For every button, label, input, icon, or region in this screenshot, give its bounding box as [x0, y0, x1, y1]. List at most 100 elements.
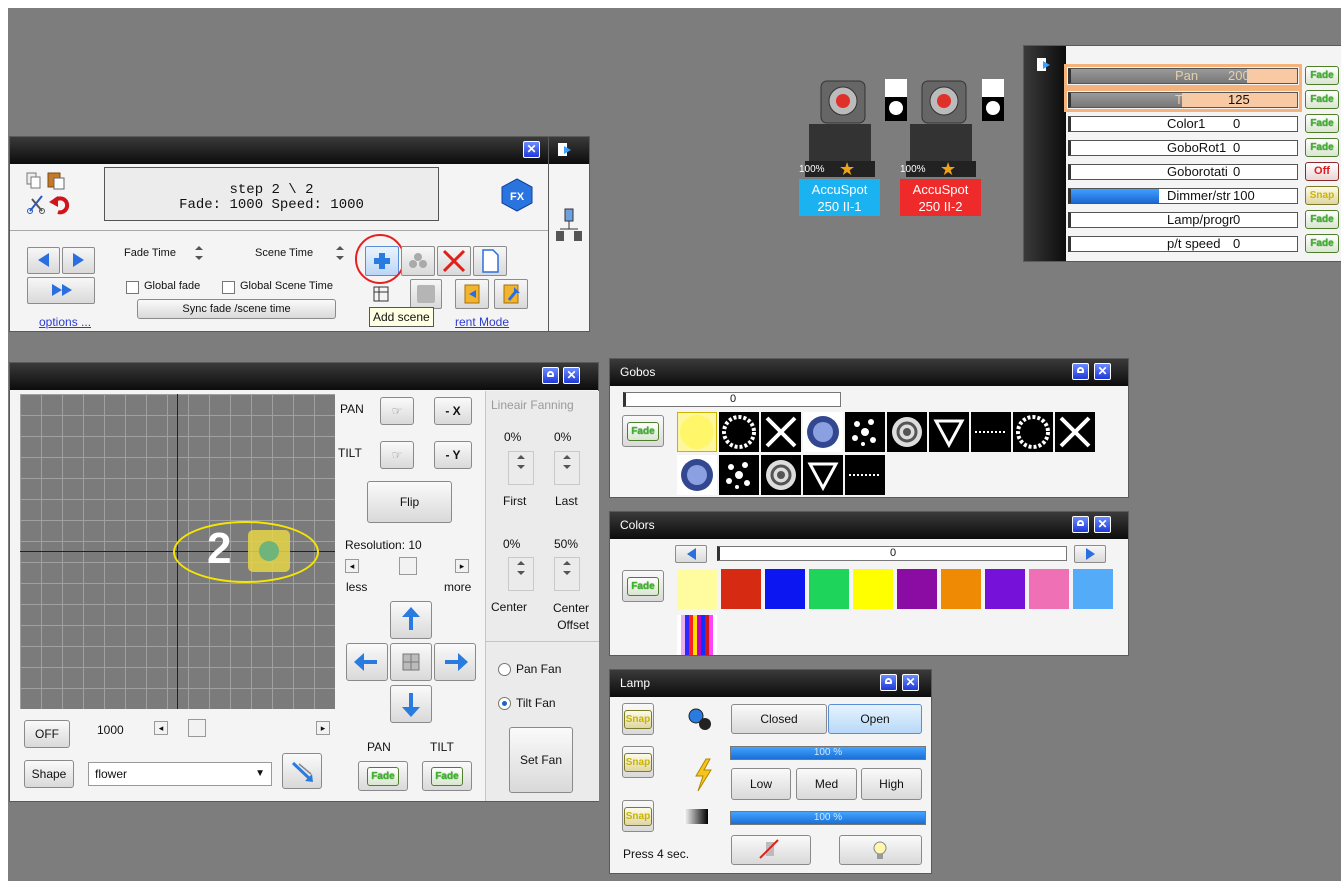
scene-panel-titlebar[interactable]: ✕ [10, 137, 548, 164]
lock-button[interactable] [1072, 516, 1089, 533]
options-link[interactable]: options ... [39, 315, 91, 329]
gobo-disc-icon[interactable] [677, 455, 717, 495]
lock-button[interactable] [1072, 363, 1089, 380]
close-button[interactable]: ✕ [1094, 363, 1111, 380]
lock-button[interactable] [880, 674, 897, 691]
channel-fade-button[interactable]: Fade [1305, 210, 1339, 229]
edit-grid-icon[interactable] [372, 285, 392, 305]
gobo-x-icon[interactable] [1055, 412, 1095, 452]
gobos-titlebar[interactable]: Gobos ✕ [610, 359, 1128, 386]
close-button[interactable]: ✕ [902, 674, 919, 691]
copy-icon[interactable] [26, 172, 42, 190]
current-mode-link[interactable]: rent Mode [455, 315, 509, 329]
pantilt-grid[interactable]: 2 [20, 394, 335, 709]
color-swatch[interactable] [809, 569, 849, 609]
gobo-spiral-icon[interactable] [761, 455, 801, 495]
off-button[interactable]: OFF [24, 720, 70, 748]
color-fade-button[interactable]: Fade [622, 570, 664, 602]
center-spinner[interactable] [508, 557, 534, 591]
gobo-line-icon[interactable] [845, 455, 885, 495]
first-spinner[interactable] [508, 451, 534, 485]
position-marker[interactable] [248, 530, 290, 572]
minus-x-button[interactable]: - X [434, 397, 472, 425]
gobo-open-icon[interactable] [676, 411, 718, 453]
close-button[interactable]: ✕ [563, 367, 580, 384]
colors-titlebar[interactable]: Colors ✕ [610, 512, 1128, 539]
export-arrow-icon[interactable] [557, 141, 575, 159]
snap-button-2[interactable]: Snap [622, 746, 654, 778]
color-prev-button[interactable] [675, 545, 707, 563]
channel-fade-button[interactable]: Fade [1305, 138, 1339, 157]
color-swatch[interactable] [1073, 569, 1113, 609]
strobe-level-bar[interactable]: 100 % [730, 746, 926, 760]
lock-button[interactable] [542, 367, 559, 384]
global-fade-checkbox[interactable] [126, 281, 139, 294]
sync-fade-scene-time-button[interactable]: Sync fade /scene time [137, 299, 336, 319]
channel-slider[interactable]: Goborotati 0 [1068, 164, 1298, 180]
gobo-x-icon[interactable] [761, 412, 801, 452]
scene-time-spinner[interactable] [333, 243, 347, 269]
network-icon[interactable] [555, 207, 583, 247]
gobo-ring-icon[interactable] [1013, 412, 1053, 452]
channel-slider[interactable]: Color1 0 [1068, 116, 1298, 132]
cut-icon[interactable] [27, 194, 45, 214]
gobo-ring-icon[interactable] [719, 412, 759, 452]
lamp-on-button[interactable] [839, 835, 922, 865]
pan-fan-radio[interactable] [498, 663, 511, 676]
undo-icon[interactable] [48, 193, 70, 215]
tilt-reset-button[interactable]: ☞ [380, 441, 414, 469]
lamp-titlebar[interactable]: Lamp ✕ [610, 670, 931, 697]
channel-fade-button[interactable]: Fade [1305, 90, 1339, 109]
close-button[interactable]: ✕ [523, 141, 540, 158]
minus-y-button[interactable]: - Y [434, 441, 472, 469]
pantilt-titlebar[interactable]: ✕ [10, 363, 598, 390]
gobo-spiral-icon[interactable] [887, 412, 927, 452]
gobo-fade-button[interactable]: Fade [622, 415, 664, 447]
tilt-fan-radio[interactable] [498, 697, 511, 710]
new-page-button[interactable] [473, 246, 507, 276]
import-button[interactable] [455, 279, 489, 309]
channel-fade-button[interactable]: Fade [1305, 234, 1339, 253]
fx-button[interactable]: FX [500, 178, 534, 212]
channel-slider[interactable]: Lamp/progr 0 [1068, 212, 1298, 228]
arrow-down-button[interactable] [390, 685, 432, 723]
speed-slider[interactable]: ◂ ▸ [154, 719, 330, 737]
random-shape-button[interactable] [282, 753, 322, 789]
shape-button[interactable]: Shape [24, 760, 74, 788]
fixture-2[interactable]: 100% ★ AccuSpot 250 II-2 [900, 79, 981, 217]
channel-slider[interactable]: Pan 200 [1064, 64, 1302, 88]
next-step-button[interactable] [62, 247, 95, 274]
last-spinner[interactable] [554, 451, 580, 485]
fixture-1[interactable]: 100% ★ AccuSpot 250 II-1 [799, 79, 880, 217]
channel-slider[interactable]: Dimmer/str 100 [1068, 188, 1298, 204]
channel-fade-button[interactable]: Fade [1305, 114, 1339, 133]
export-arrow-icon[interactable] [1036, 56, 1054, 74]
close-button[interactable]: ✕ [1094, 516, 1111, 533]
snap-button-3[interactable]: Snap [622, 800, 654, 832]
set-fan-button[interactable]: Set Fan [509, 727, 573, 793]
closed-button[interactable]: Closed [731, 704, 827, 734]
fade-time-spinner[interactable] [192, 243, 206, 269]
center-button[interactable] [390, 643, 432, 681]
prev-step-button[interactable] [27, 247, 60, 274]
open-button[interactable]: Open [828, 704, 922, 734]
snap-button-1[interactable]: Snap [622, 703, 654, 735]
blank-button[interactable] [410, 279, 442, 309]
pan-fade-button[interactable]: Fade [358, 761, 408, 791]
channel-slider[interactable]: GoboRot1 0 [1068, 140, 1298, 156]
side-strip-titlebar[interactable] [549, 137, 589, 164]
resolution-slider[interactable]: ◂ ▸ [345, 557, 475, 575]
low-button[interactable]: Low [731, 768, 791, 800]
lamp-off-button[interactable] [731, 835, 811, 865]
channel-snap-button[interactable]: Snap [1305, 186, 1339, 205]
dimmer-level-bar[interactable]: 100 % [730, 811, 926, 825]
channel-fade-button[interactable]: Fade [1305, 66, 1339, 85]
color-swatch[interactable] [677, 569, 717, 609]
gobo-tri-icon[interactable] [803, 455, 843, 495]
color-next-button[interactable] [1074, 545, 1106, 563]
delete-scene-button[interactable] [437, 246, 471, 276]
shape-select[interactable]: flower ▼ [88, 762, 272, 786]
color-slider[interactable]: 0 [717, 546, 1067, 561]
high-button[interactable]: High [861, 768, 922, 800]
channel-off-button[interactable]: Off [1305, 162, 1339, 181]
